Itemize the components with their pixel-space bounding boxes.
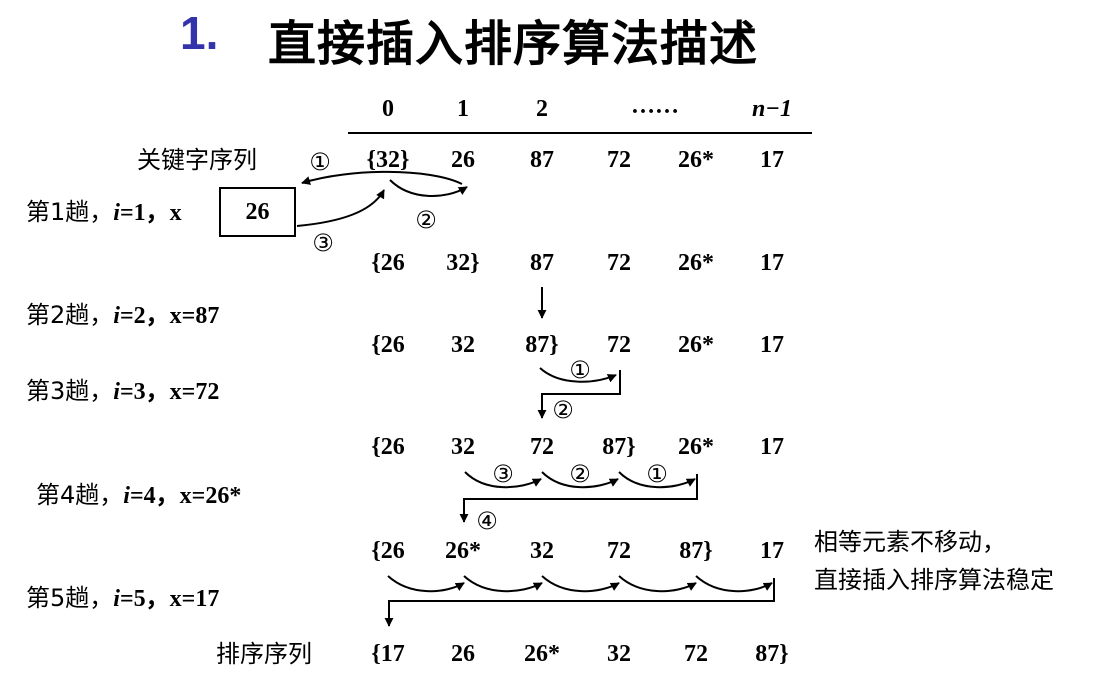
pass-5-arrow-shift-5 — [695, 575, 773, 593]
pass-1-arrow-take-out — [301, 170, 463, 185]
pass-5-arrow-shift-3 — [541, 575, 620, 593]
pass-1-arrow-insert — [296, 189, 385, 227]
pass-4-arrow-shift-3 — [618, 471, 696, 489]
pass-4-arrow-shift-2 — [541, 471, 619, 489]
pass-5-arrow-shift-1 — [387, 575, 465, 593]
pass-4-arrow-insert — [459, 474, 698, 523]
arrows-layer — [296, 132, 812, 627]
pass-3-arrow-shift — [539, 367, 617, 383]
pass-5-arrow-shift-2 — [463, 575, 543, 593]
pass-1-arrow-shift — [389, 179, 468, 197]
pass-5-arrow-shift-4 — [618, 575, 697, 593]
pass-5-arrow-insert — [384, 578, 775, 627]
diagram-canvas: 1. 直接插入排序算法描述 0 1 2 …… n−1 关键字序列 {32} 26… — [0, 0, 1113, 685]
pass-4-arrow-shift-1 — [464, 471, 542, 489]
